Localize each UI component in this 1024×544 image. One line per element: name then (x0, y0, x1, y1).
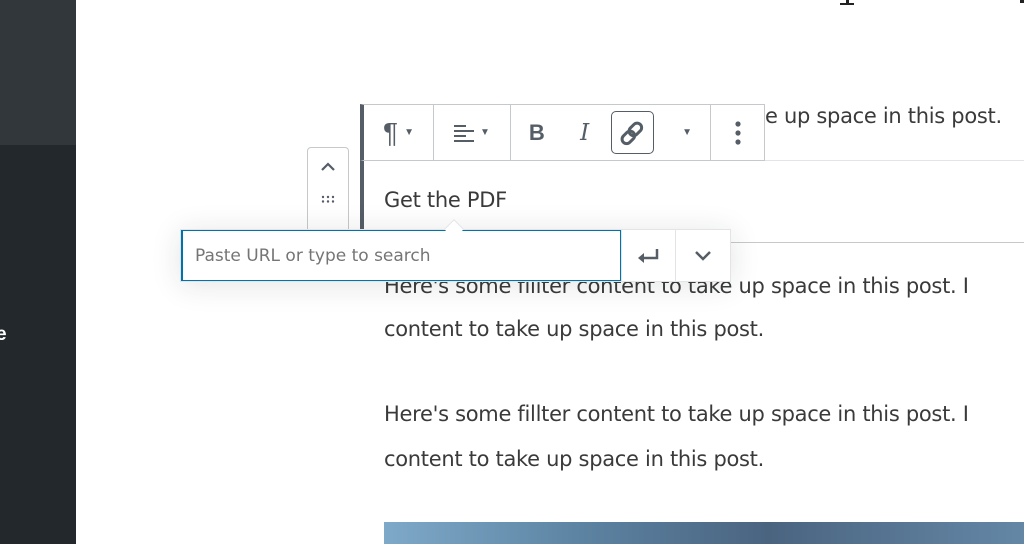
title-fragment (840, 3, 854, 5)
paragraph-partial: e up space in this post. (765, 104, 1002, 128)
url-input[interactable] (181, 230, 621, 281)
apply-link-button[interactable] (620, 230, 676, 281)
paragraph-icon: ¶ (383, 116, 399, 148)
block-selected-indicator (360, 160, 364, 232)
sidebar-item-label[interactable]: e (0, 324, 7, 346)
caret-down-icon: ▼ (480, 127, 490, 138)
block-mover (307, 147, 349, 237)
more-formats-button[interactable]: ▼ (658, 105, 710, 160)
paragraph-line: Here's some fillter content to take up s… (384, 402, 969, 426)
sidebar-header (0, 0, 76, 145)
title-fragment (1020, 0, 1024, 3)
paragraph-line: content to take up space in this post. (384, 317, 764, 341)
chevron-down-icon (695, 250, 712, 261)
align-left-icon (454, 124, 475, 142)
image-block[interactable] (384, 522, 1024, 544)
italic-button[interactable]: I (563, 105, 607, 160)
caret-down-icon: ▼ (682, 127, 693, 138)
block-type-button[interactable]: ¶ ▼ (364, 105, 433, 160)
link-icon (620, 121, 644, 145)
admin-sidebar (0, 145, 76, 544)
block-toolbar: ¶ ▼ ▼ B I ▼ (360, 104, 765, 161)
more-options-button[interactable] (711, 105, 765, 160)
enter-icon (638, 248, 659, 263)
bold-button[interactable]: B (511, 105, 563, 160)
align-button[interactable]: ▼ (434, 105, 510, 160)
caret-down-icon: ▼ (404, 127, 414, 138)
link-button[interactable] (607, 105, 659, 160)
paragraph-line: content to take up space in this post. (384, 447, 764, 471)
block-text[interactable]: Get the PDF (384, 188, 507, 212)
drag-handle-icon[interactable] (308, 188, 348, 210)
link-settings-toggle[interactable] (675, 230, 730, 281)
more-vertical-icon (735, 120, 741, 145)
move-up-icon[interactable] (308, 152, 348, 182)
